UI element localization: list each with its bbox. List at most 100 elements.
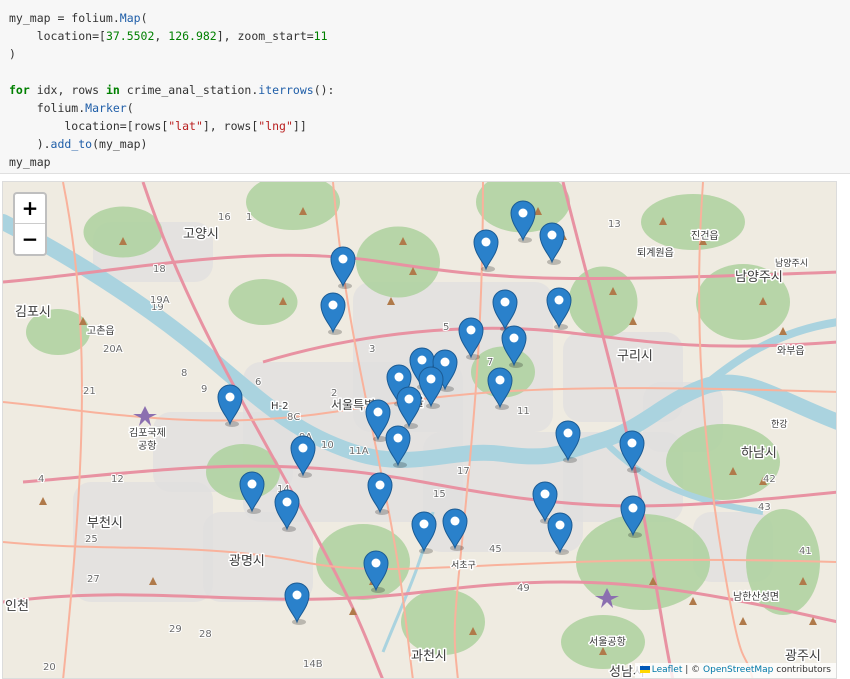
place-label: 남양주시 — [775, 258, 808, 269]
place-label: 인천 — [5, 599, 29, 614]
marker-dot — [247, 479, 257, 489]
code-token: my_map — [9, 155, 51, 169]
road-number-label: 42 — [763, 474, 776, 485]
place-label: 남양주시 — [735, 270, 783, 285]
code-token: my_map = folium. — [9, 11, 120, 25]
marker-shadow — [404, 423, 418, 429]
code-token: 126.982 — [168, 29, 217, 43]
marker-dot — [426, 374, 436, 384]
road-number-label: 25 — [85, 534, 98, 545]
marker-dot — [628, 503, 638, 513]
marker-shadow — [328, 329, 342, 335]
place-label: 김포국제 — [129, 427, 166, 439]
marker-dot — [554, 295, 564, 305]
code-line: folium.Marker( — [9, 101, 134, 115]
place-label: 진건읍 — [691, 230, 719, 242]
road-number-label: 43 — [758, 502, 771, 513]
marker-shadow — [371, 587, 385, 593]
code-token: in — [105, 83, 120, 97]
code-token: crime_anal_station. — [119, 83, 259, 97]
code-token: , — [154, 29, 169, 43]
place-label: 한강 — [771, 419, 788, 430]
zoom-control: + − — [13, 192, 47, 256]
marker-shadow — [373, 436, 387, 442]
map-tiles[interactable]: 고양시김포시고촌읍김포국제공항서울특별울퇴계원읍진건읍남양주시남양주시구리시와부… — [3, 182, 837, 679]
road-number-label: 11 — [517, 406, 530, 417]
code-token: ], rows[ — [202, 119, 259, 133]
code-token: 37.5502 — [105, 29, 155, 43]
place-label: 하남시 — [741, 446, 777, 461]
road-number-label: 28 — [199, 629, 212, 640]
road-number-label: 20A — [103, 344, 123, 355]
road-number-label: 2 — [331, 388, 337, 399]
code-token: location=[rows[ — [9, 119, 169, 133]
code-token: (): — [313, 83, 335, 97]
forest-area — [356, 226, 440, 298]
attribution-separator: | © — [682, 665, 704, 675]
road-number-label: 49 — [517, 583, 530, 594]
code-line: ) — [9, 47, 16, 61]
road-number-label: 3 — [369, 344, 375, 355]
code-line: for idx, rows in crime_anal_station.iter… — [9, 83, 334, 97]
ukraine-flag-icon — [639, 666, 650, 673]
road-number-label: 29 — [169, 624, 182, 635]
marker-dot — [547, 230, 557, 240]
road-number-label: 17 — [457, 466, 470, 477]
map-attribution: Leaflet | © OpenStreetMap contributors — [634, 663, 836, 678]
place-label: 퇴계원읍 — [637, 247, 674, 259]
code-token: for — [9, 83, 30, 97]
marker-shadow — [509, 362, 523, 368]
marker-shadow — [393, 462, 407, 468]
place-label: 김포시 — [15, 305, 51, 320]
code-token: location=[ — [9, 29, 106, 43]
marker-dot — [518, 208, 528, 218]
place-label: 광명시 — [229, 554, 265, 569]
marker-dot — [393, 433, 403, 443]
road-number-label: 27 — [87, 574, 100, 585]
code-token: ( — [140, 11, 148, 25]
road-number-label: 16 — [218, 212, 231, 223]
code-token: ) — [9, 47, 16, 61]
marker-dot — [440, 357, 450, 367]
marker-dot — [328, 300, 338, 310]
marker-dot — [394, 372, 404, 382]
code-token: folium. — [9, 101, 86, 115]
leaflet-link[interactable]: Leaflet — [652, 665, 683, 675]
code-token: ], zoom_start= — [216, 29, 314, 43]
map-container[interactable]: 고양시김포시고촌읍김포국제공항서울특별울퇴계원읍진건읍남양주시남양주시구리시와부… — [2, 181, 837, 679]
road-number-label: 1 — [246, 212, 252, 223]
place-label: H-2 — [271, 401, 289, 412]
marker-dot — [338, 254, 348, 264]
marker-shadow — [282, 526, 296, 532]
marker-shadow — [375, 509, 389, 515]
forest-area — [83, 206, 163, 258]
marker-dot — [481, 237, 491, 247]
code-token: "lat" — [168, 119, 203, 133]
code-cell[interactable]: my_map = folium.Map( location=[37.5502, … — [0, 0, 850, 174]
marker-dot — [371, 558, 381, 568]
code-line: location=[rows["lat"], rows["lng"]] — [9, 119, 306, 133]
marker-shadow — [481, 266, 495, 272]
code-token: "lng" — [258, 119, 293, 133]
marker-shadow — [466, 354, 480, 360]
code-token: (my_map) — [92, 137, 148, 151]
marker-shadow — [554, 324, 568, 330]
openstreetmap-link[interactable]: OpenStreetMap — [703, 665, 773, 675]
marker-dot — [404, 394, 414, 404]
code-line: my_map — [9, 155, 51, 169]
marker-dot — [466, 325, 476, 335]
road-number-label: 20 — [43, 662, 56, 673]
zoom-in-button[interactable]: + — [15, 194, 45, 224]
place-label: 고양시 — [183, 227, 219, 242]
marker-shadow — [247, 508, 261, 514]
marker-dot — [495, 375, 505, 385]
code-token: Map — [119, 11, 141, 25]
marker-shadow — [518, 237, 532, 243]
marker-dot — [563, 428, 573, 438]
zoom-out-button[interactable]: − — [15, 224, 45, 254]
place-label: 부천시 — [87, 516, 123, 531]
marker-dot — [419, 519, 429, 529]
road-number-label: 15 — [433, 489, 446, 500]
place-label: 광주시 — [785, 649, 821, 664]
forest-area — [228, 279, 298, 325]
